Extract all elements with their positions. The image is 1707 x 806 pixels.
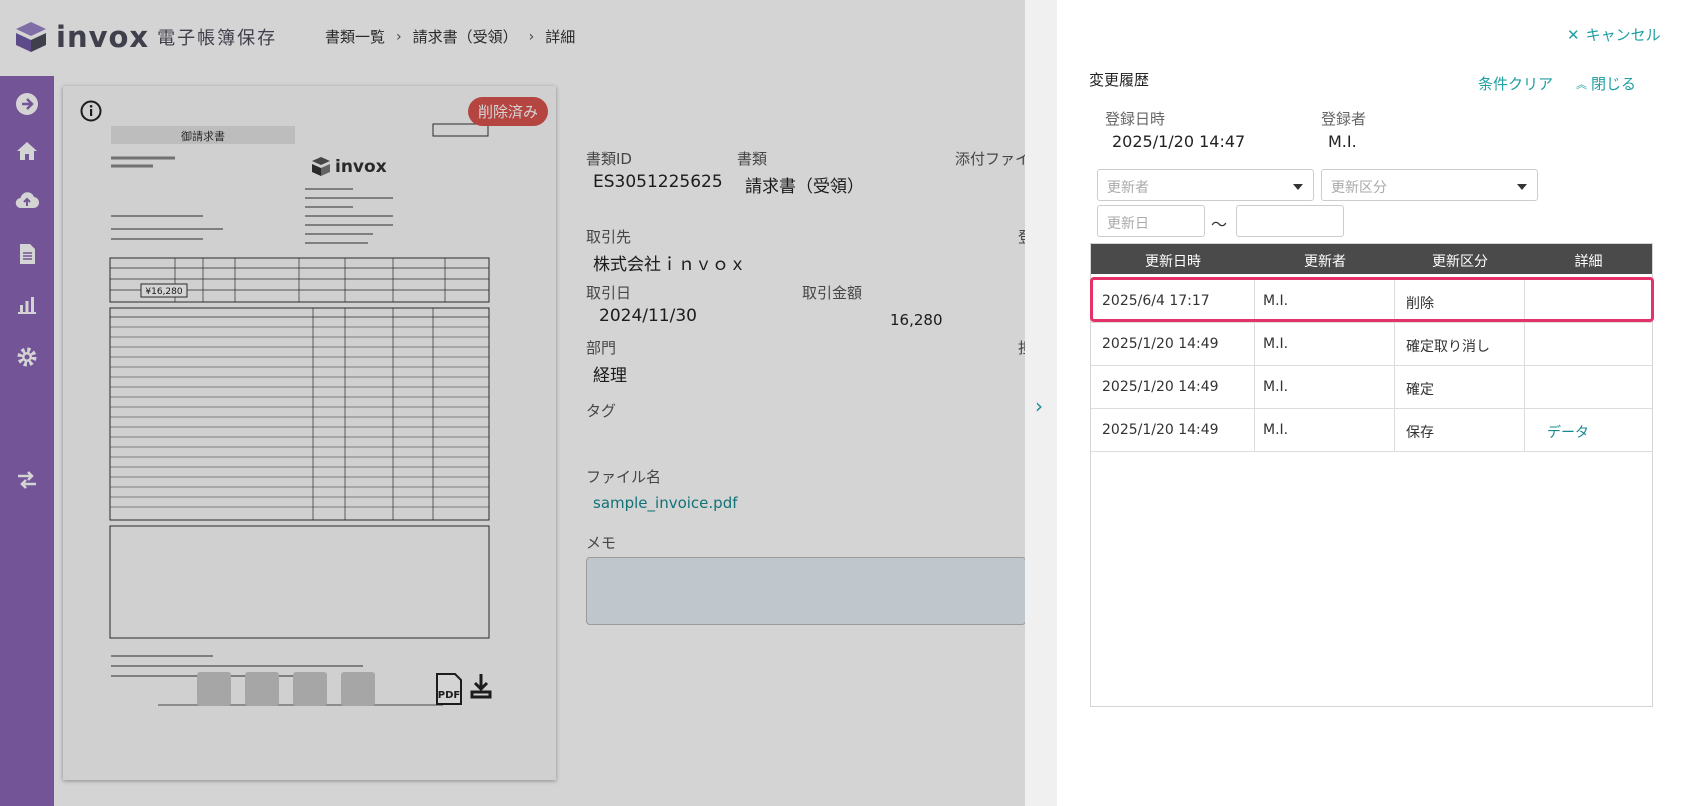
chevron-double-up-icon: ︽ xyxy=(1576,77,1587,91)
close-icon: ✕ xyxy=(1567,25,1580,44)
cell-divider xyxy=(1394,366,1395,409)
cell-category: 確定取り消し xyxy=(1406,339,1490,355)
column-header-detail: 詳細 xyxy=(1574,254,1603,270)
date-from-input[interactable]: 更新日 xyxy=(1097,205,1205,237)
column-header-category[interactable]: 更新区分 xyxy=(1395,251,1525,271)
cell-category: 保存 xyxy=(1406,425,1434,441)
date-from-placeholder: 更新日 xyxy=(1107,216,1149,232)
cancel-label: キャンセル xyxy=(1585,26,1661,44)
table-row[interactable]: 2025/1/20 14:49 M.I. 保存 データ xyxy=(1091,409,1652,452)
chevron-down-icon xyxy=(1293,184,1303,190)
category-placeholder: 更新区分 xyxy=(1331,180,1387,196)
cell-divider xyxy=(1524,409,1525,452)
cell-divider xyxy=(1394,409,1395,452)
modal-overlay[interactable] xyxy=(0,0,1025,806)
close-filters-label: 閉じる xyxy=(1591,75,1637,93)
cell-user: M.I. xyxy=(1263,336,1289,352)
date-to-input[interactable] xyxy=(1236,205,1344,237)
chevron-down-icon xyxy=(1517,184,1527,190)
table-header: 更新日時 更新者 更新区分 詳細 xyxy=(1091,244,1652,274)
range-separator: 〜 xyxy=(1211,215,1228,234)
category-select[interactable]: 更新区分 xyxy=(1321,169,1538,201)
column-header-datetime[interactable]: 更新日時 xyxy=(1091,251,1255,271)
column-header-user[interactable]: 更新者 xyxy=(1255,251,1395,271)
cell-datetime: 2025/1/20 14:49 xyxy=(1102,422,1219,438)
history-title: 変更履歴 xyxy=(1089,71,1150,89)
cell-divider xyxy=(1254,409,1255,452)
chevron-right-icon[interactable]: › xyxy=(1035,394,1043,418)
cell-category: 確定 xyxy=(1406,382,1434,398)
clear-filters-button[interactable]: 条件クリア xyxy=(1478,73,1553,94)
collapse-filters-button[interactable]: ︽ 閉じる xyxy=(1576,73,1636,94)
cell-user: M.I. xyxy=(1263,379,1289,395)
cell-divider xyxy=(1394,323,1395,366)
table-row[interactable]: 2025/1/20 14:49 M.I. 確定 xyxy=(1091,366,1652,409)
cell-user: M.I. xyxy=(1263,422,1289,438)
registered-at-value: 2025/1/20 14:47 xyxy=(1112,132,1246,151)
cell-datetime: 2025/1/20 14:49 xyxy=(1102,379,1219,395)
registrant-label: 登録者 xyxy=(1321,110,1367,128)
updater-select[interactable]: 更新者 xyxy=(1097,169,1314,201)
table-row[interactable]: 2025/1/20 14:49 M.I. 確定取り消し xyxy=(1091,323,1652,366)
registrant-value: M.I. xyxy=(1328,132,1357,151)
updater-placeholder: 更新者 xyxy=(1107,180,1149,196)
registered-at-label: 登録日時 xyxy=(1105,110,1166,128)
cancel-button[interactable]: ✕ キャンセル xyxy=(1567,24,1661,45)
cell-datetime: 2025/1/20 14:49 xyxy=(1102,336,1219,352)
cell-divider xyxy=(1524,323,1525,366)
cell-divider xyxy=(1524,366,1525,409)
detail-data-link[interactable]: データ xyxy=(1547,422,1589,442)
cell-divider xyxy=(1254,366,1255,409)
row-highlight-annotation xyxy=(1090,277,1654,322)
cell-divider xyxy=(1254,323,1255,366)
